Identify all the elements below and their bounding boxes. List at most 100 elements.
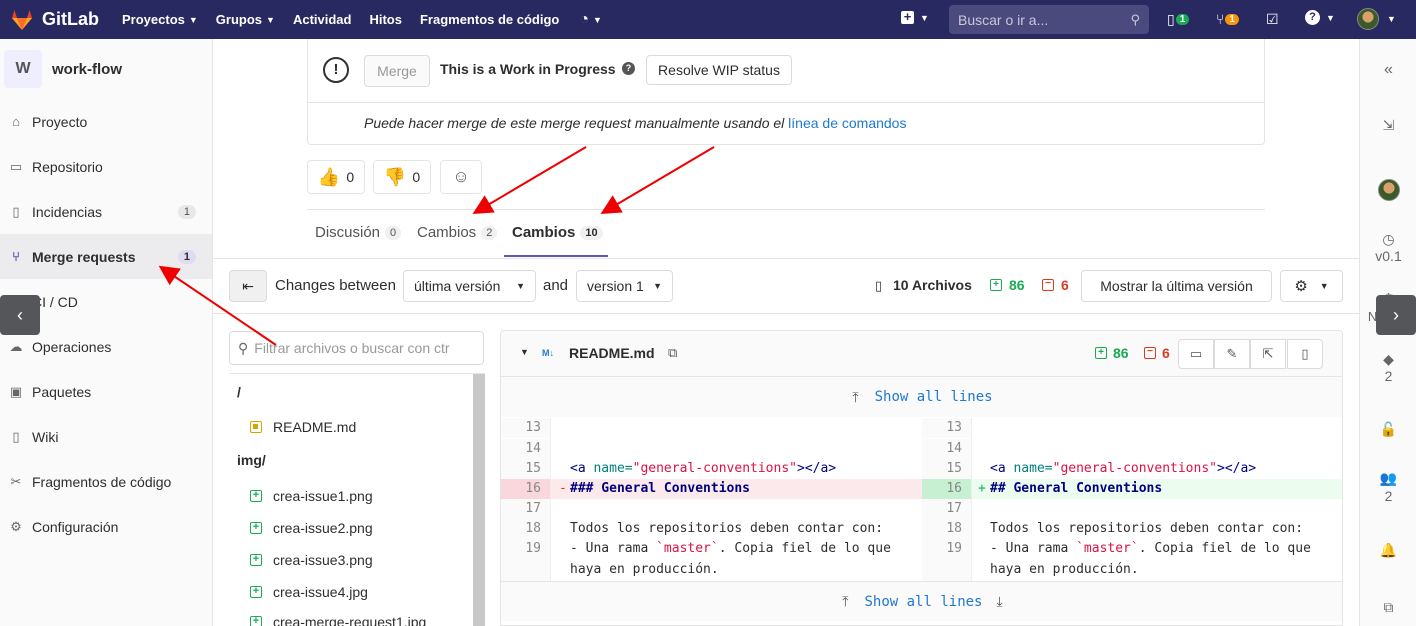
show-all-lines-label: Show all lines xyxy=(874,389,993,405)
copy-icon[interactable]: ⧉ xyxy=(668,345,677,361)
sidebar-item-proyecto[interactable]: ⌂ Proyecto xyxy=(0,99,212,144)
open-file-button[interactable]: ⇱ xyxy=(1250,339,1286,369)
mr-tabs: Discusión 0 Cambios 2 Cambios 10 xyxy=(307,209,1265,259)
sidebar-item-repositorio[interactable]: ▭ Repositorio xyxy=(0,144,212,189)
diff-file-name[interactable]: README.md xyxy=(569,345,655,361)
toggle-tree-button[interactable]: ⇤ xyxy=(229,270,267,302)
diff-line-changed: 16 - ### General Conventions 16 + ## Gen… xyxy=(501,479,1342,499)
sidebar-item-wiki[interactable]: ▯ Wiki xyxy=(0,414,212,459)
line-number[interactable]: 18 xyxy=(501,519,550,539)
user-menu[interactable]: ▼ xyxy=(1357,8,1396,30)
tab-count: 10 xyxy=(580,225,603,240)
participants-icon: 👥 xyxy=(1379,470,1398,486)
participants-count[interactable]: 2 xyxy=(1360,488,1416,504)
file-tree: / README.md img/ + crea-issue1.png + crea-… xyxy=(229,373,485,626)
line-number[interactable]: 19 xyxy=(501,539,550,581)
milestone-version[interactable]: v0.1 xyxy=(1360,248,1416,264)
new-dropdown[interactable]: + ▼ xyxy=(901,10,929,24)
diff-settings-dropdown[interactable]: ⚙ ▼ xyxy=(1280,270,1343,302)
expand-lines-top[interactable]: ⤒ Show all lines xyxy=(501,377,1342,417)
line-number[interactable]: 17 xyxy=(922,499,971,519)
nav-hitos[interactable]: Hitos xyxy=(369,12,402,27)
line-number[interactable]: 14 xyxy=(922,439,971,459)
show-latest-button[interactable]: Mostrar la última versión xyxy=(1081,270,1272,302)
nav-fragmentos[interactable]: Fragmentos de código xyxy=(420,12,559,27)
assignee-avatar[interactable] xyxy=(1360,179,1416,201)
version-b-dropdown[interactable]: version 1 ▼ xyxy=(576,270,673,302)
line-number[interactable]: 14 xyxy=(501,439,550,459)
sidebar-item-paquetes[interactable]: ▣ Paquetes xyxy=(0,369,212,414)
line-number[interactable]: 16 xyxy=(922,479,971,499)
add-reaction-button[interactable]: ☺ xyxy=(440,160,482,194)
next-image-arrow[interactable]: › xyxy=(1376,295,1416,335)
external-file-icon: ⇱ xyxy=(1262,346,1274,361)
tree-file[interactable]: + crea-issue4.jpg xyxy=(250,584,368,600)
nav-grupos[interactable]: Grupos ▼ xyxy=(216,12,275,27)
help-dropdown[interactable]: ? ▼ xyxy=(1305,10,1335,25)
line-number[interactable]: 18 xyxy=(922,519,971,539)
copy-reference-icon[interactable]: ⧉ xyxy=(1360,599,1416,616)
issues-link[interactable]: ▯ 1 xyxy=(1167,11,1190,28)
line-number[interactable]: 15 xyxy=(501,459,550,479)
nav-proyectos[interactable]: Proyectos ▼ xyxy=(122,12,198,27)
todo-add-icon[interactable]: ⇲ xyxy=(1360,117,1416,134)
tree-file[interactable]: + crea-issue3.png xyxy=(250,552,373,568)
tree-folder-img[interactable]: img/ xyxy=(237,452,266,468)
bell-icon[interactable]: 🔔 xyxy=(1360,542,1416,559)
nav-actividad[interactable]: Actividad xyxy=(293,12,352,27)
line-number[interactable]: 13 xyxy=(501,418,550,438)
merge-icon: ⑂ xyxy=(1216,11,1225,27)
line-number[interactable]: 16 xyxy=(501,479,550,499)
tree-file-readme[interactable]: README.md xyxy=(250,419,356,435)
line-number[interactable]: 15 xyxy=(922,459,971,479)
chevron-right-icon: › xyxy=(1393,304,1399,325)
sidebar-item-label: Wiki xyxy=(32,428,59,445)
expand-lines-bottom[interactable]: ⤒ Show all lines ⤓ xyxy=(501,581,1342,621)
chevron-down-icon[interactable]: ▼ xyxy=(520,347,529,357)
todos-link[interactable]: ☑ xyxy=(1266,11,1279,28)
tree-file[interactable]: + crea-issue2.png xyxy=(250,520,373,536)
line-number[interactable]: 13 xyxy=(922,418,971,438)
resolve-wip-button[interactable]: Resolve WIP status xyxy=(646,55,792,85)
merge-button[interactable]: Merge xyxy=(364,55,430,87)
sidebar-item-configuracion[interactable]: ⚙ Configuración xyxy=(0,504,212,549)
file-modified-icon xyxy=(250,421,262,433)
thumbsdown-button[interactable]: 👎 0 xyxy=(373,160,431,194)
version-a-dropdown[interactable]: última versión ▼ xyxy=(403,270,536,302)
code-string: "general-conventions" xyxy=(1052,461,1217,476)
tab-commits[interactable]: Cambios 2 xyxy=(417,224,498,241)
lock-icon[interactable]: 🔓 xyxy=(1360,421,1416,438)
file-filter-input[interactable]: ⚲ Filtrar archivos o buscar con ctr xyxy=(229,331,484,365)
tree-folder-root[interactable]: / xyxy=(237,384,241,400)
sidebar-item-fragmentos[interactable]: ✂ Fragmentos de código xyxy=(0,459,212,504)
labels-count[interactable]: 2 xyxy=(1360,368,1416,384)
comments-toggle-button[interactable]: ▭ xyxy=(1178,339,1214,369)
gitlab-logo[interactable]: GitLab xyxy=(10,8,110,32)
performance-dropdown[interactable]: ◔ ▼ xyxy=(579,11,602,29)
line-number[interactable]: 19 xyxy=(922,539,971,581)
command-line-link[interactable]: línea de comandos xyxy=(788,115,906,131)
tree-file[interactable]: + crea-merge-request1.jpg xyxy=(250,614,426,626)
sidebar-item-merge-requests[interactable]: ⑂ Merge requests 1 xyxy=(0,234,212,279)
nav-fragmentos-label: Fragmentos de código xyxy=(419,12,560,27)
version-b-value: version 1 xyxy=(587,278,644,294)
tab-discusion[interactable]: Discusión 0 xyxy=(315,224,402,241)
view-file-button[interactable]: ▯ xyxy=(1287,339,1323,369)
sidebar-item-incidencias[interactable]: ▯ Incidencias 1 xyxy=(0,189,212,234)
tree-file[interactable]: + crea-issue1.png xyxy=(250,488,373,504)
project-header[interactable]: W work-flow xyxy=(0,39,212,99)
tree-scrollbar[interactable] xyxy=(473,374,485,626)
tab-cambios[interactable]: Cambios 10 xyxy=(512,224,603,241)
arrow-down-icon: ⤓ xyxy=(996,593,1003,609)
collapse-sidebar-icon[interactable]: « xyxy=(1360,61,1416,79)
merge-requests-link[interactable]: ⑂ 1 xyxy=(1216,11,1239,27)
prev-image-arrow[interactable]: ‹ xyxy=(0,295,40,335)
code-left-wrap: haya en producción. xyxy=(570,562,719,577)
file-added-icon: + xyxy=(250,554,262,566)
edit-file-button[interactable]: ✎ xyxy=(1214,339,1250,369)
question-icon[interactable]: ? xyxy=(622,62,635,75)
code-left: Todos los repositorios deben contar con: xyxy=(570,521,884,536)
thumbsup-button[interactable]: 👍 0 xyxy=(307,160,365,194)
search-input[interactable]: Buscar o ir a... ⚲ xyxy=(949,5,1149,34)
line-number[interactable]: 17 xyxy=(501,499,550,519)
